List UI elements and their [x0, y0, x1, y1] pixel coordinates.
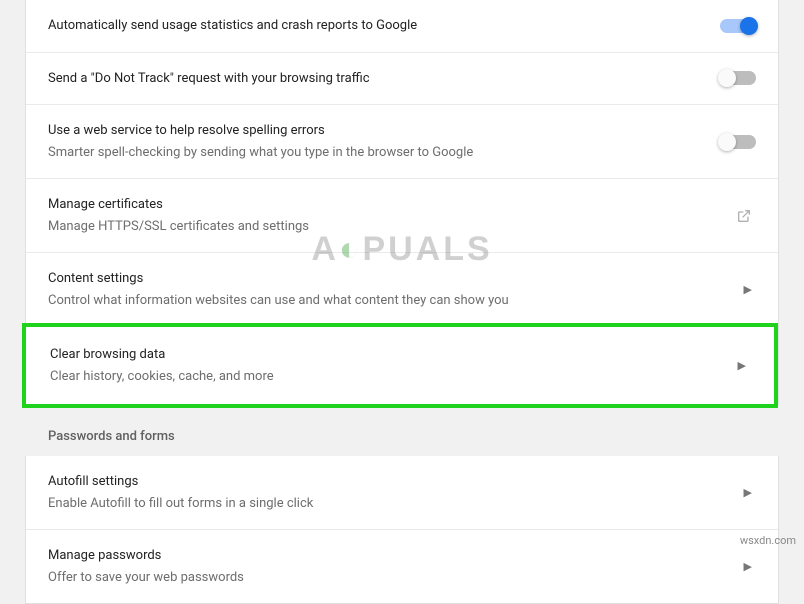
toggle-knob [718, 133, 736, 151]
do-not-track-title: Send a "Do Not Track" request with your … [48, 69, 720, 89]
row-text: Clear browsing data Clear history, cooki… [50, 345, 738, 386]
content-settings-subtitle: Control what information websites can us… [48, 291, 744, 311]
clear-data-subtitle: Clear history, cookies, cache, and more [50, 367, 738, 387]
autofill-title: Autofill settings [48, 472, 744, 492]
passwords-forms-group: Autofill settings Enable Autofill to fil… [25, 456, 779, 604]
do-not-track-row[interactable]: Send a "Do Not Track" request with your … [26, 53, 778, 106]
toggle-knob [718, 69, 736, 87]
toggle-knob [740, 17, 758, 35]
manage-passwords-title: Manage passwords [48, 546, 744, 566]
chevron-right-icon: ▶ [744, 486, 752, 499]
spelling-title: Use a web service to help resolve spelli… [48, 121, 720, 141]
clear-data-title: Clear browsing data [50, 345, 738, 365]
content-settings-title: Content settings [48, 269, 744, 289]
crash-reports-title: Automatically send usage statistics and … [48, 16, 720, 36]
do-not-track-toggle[interactable] [720, 71, 756, 85]
row-text: Send a "Do Not Track" request with your … [48, 69, 720, 89]
manage-passwords-subtitle: Offer to save your web passwords [48, 568, 744, 588]
footer-attribution: wsxdn.com [740, 534, 796, 547]
spelling-toggle[interactable] [720, 135, 756, 149]
row-text: Manage certificates Manage HTTPS/SSL cer… [48, 195, 736, 236]
row-text: Autofill settings Enable Autofill to fil… [48, 472, 744, 513]
certificates-title: Manage certificates [48, 195, 736, 215]
clear-browsing-data-row[interactable]: Clear browsing data Clear history, cooki… [28, 329, 772, 402]
row-text: Manage passwords Offer to save your web … [48, 546, 744, 587]
crash-reports-row[interactable]: Automatically send usage statistics and … [26, 0, 778, 53]
row-text: Automatically send usage statistics and … [48, 16, 720, 36]
manage-passwords-row[interactable]: Manage passwords Offer to save your web … [26, 530, 778, 603]
spelling-row[interactable]: Use a web service to help resolve spelli… [26, 105, 778, 179]
highlight-annotation: Clear browsing data Clear history, cooki… [22, 323, 778, 408]
autofill-subtitle: Enable Autofill to fill out forms in a s… [48, 494, 744, 514]
crash-reports-toggle[interactable] [720, 19, 756, 33]
chevron-right-icon: ▶ [738, 359, 746, 372]
content-settings-row[interactable]: Content settings Control what informatio… [26, 253, 778, 327]
row-text: Use a web service to help resolve spelli… [48, 121, 720, 162]
chevron-right-icon: ▶ [744, 283, 752, 296]
certificates-subtitle: Manage HTTPS/SSL certificates and settin… [48, 217, 736, 237]
external-link-icon [736, 208, 752, 224]
chevron-right-icon: ▶ [744, 560, 752, 573]
spelling-subtitle: Smarter spell-checking by sending what y… [48, 143, 720, 163]
certificates-row[interactable]: Manage certificates Manage HTTPS/SSL cer… [26, 179, 778, 253]
passwords-forms-header: Passwords and forms [0, 405, 804, 456]
privacy-settings-group: Automatically send usage statistics and … [25, 0, 779, 405]
autofill-settings-row[interactable]: Autofill settings Enable Autofill to fil… [26, 456, 778, 530]
row-text: Content settings Control what informatio… [48, 269, 744, 310]
